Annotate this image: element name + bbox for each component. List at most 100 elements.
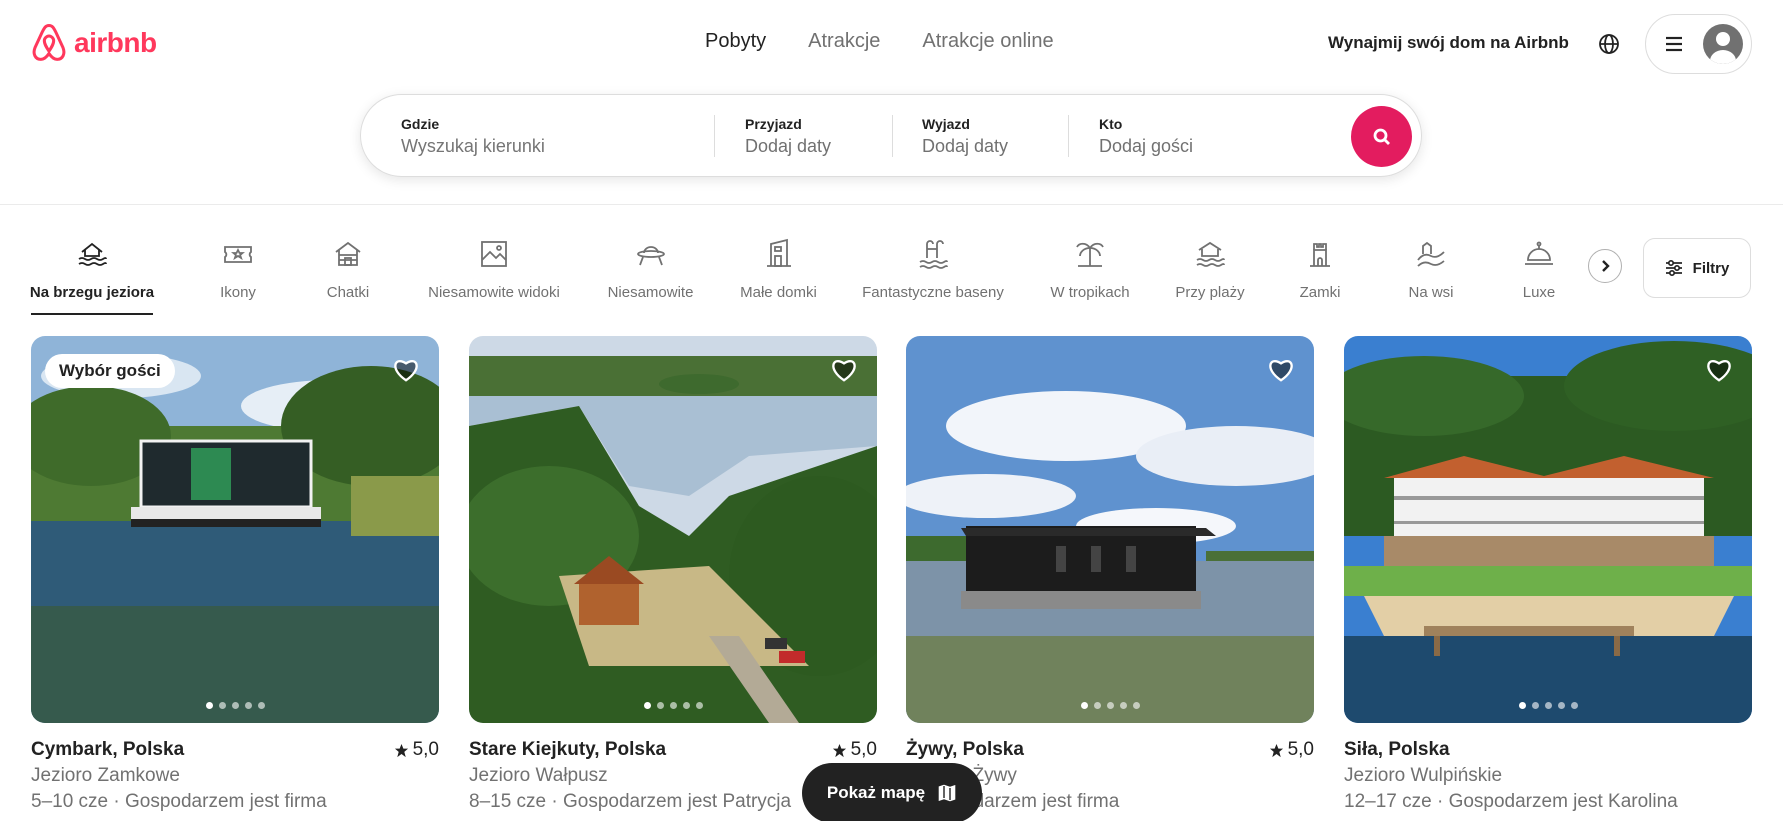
tab-pobyty[interactable]: Pobyty — [705, 30, 766, 53]
listing-photo-houseboat — [31, 336, 439, 723]
countryside-icon — [1417, 241, 1445, 267]
listing-photo-lakeside-villa — [1344, 336, 1752, 723]
listing-photo[interactable]: Wybór gości — [31, 336, 439, 723]
photo-pagination — [469, 702, 877, 709]
who-field[interactable]: Kto Dodaj gości — [1099, 95, 1319, 178]
checkin-field[interactable]: Przyjazd Dodaj daty — [745, 95, 895, 178]
category-pools[interactable]: Fantastyczne baseny — [858, 238, 1008, 301]
listing-card[interactable]: Stare Kiejkuty, Polska 5,0 Jezioro Wałpu… — [469, 336, 877, 813]
heart-icon[interactable] — [391, 354, 421, 384]
listing-subtitle: Jezioro Wulpińskie — [1344, 765, 1503, 786]
globe-icon[interactable] — [1597, 32, 1621, 56]
view-icon — [481, 241, 507, 267]
heart-icon[interactable] — [829, 354, 859, 384]
listing-rating: 5,0 — [832, 739, 877, 761]
photo-pagination — [1344, 702, 1752, 709]
listing-card[interactable]: Żywy, Polska 5,0 Jezioro Żywy · Gospodar… — [906, 336, 1314, 813]
search-button[interactable] — [1351, 106, 1412, 167]
listing-photo[interactable] — [469, 336, 877, 723]
heart-icon[interactable] — [1266, 354, 1296, 384]
category-countryside[interactable]: Na wsi — [1404, 238, 1458, 301]
category-label: Fantastyczne baseny — [862, 284, 1004, 301]
show-map-button[interactable]: Pokaż mapę — [802, 763, 982, 821]
category-icons[interactable]: Ikony — [198, 238, 278, 301]
category-beach[interactable]: Przy plaży — [1172, 238, 1248, 301]
listing-rating: 5,0 — [394, 739, 439, 761]
photo-pagination — [31, 702, 439, 709]
cabin-icon — [335, 241, 361, 266]
checkin-value: Dodaj daty — [745, 136, 832, 156]
category-label: Małe domki — [740, 284, 817, 301]
user-avatar-icon — [1703, 24, 1743, 64]
category-label: Na wsi — [1408, 284, 1454, 301]
ticket-icon — [224, 246, 252, 263]
filters-icon — [1665, 259, 1682, 277]
category-label: Niesamowite widoki — [428, 284, 560, 301]
tab-atrakcje[interactable]: Atrakcje — [808, 30, 880, 53]
listing-photo[interactable] — [906, 336, 1314, 723]
ufo-icon — [636, 246, 665, 266]
category-label: Na brzegu jeziora — [29, 284, 155, 301]
categories-next-button[interactable] — [1588, 249, 1622, 283]
checkout-field[interactable]: Wyjazd Dodaj daty — [922, 95, 1072, 178]
category-amazing-views[interactable]: Niesamowite widoki — [420, 238, 568, 301]
category-omg[interactable]: Niesamowite — [603, 238, 698, 301]
category-bar: Na brzegu jeziora Ikony Chatki Niesamowi… — [0, 230, 1783, 320]
checkout-value: Dodaj daty — [922, 136, 1009, 156]
photo-pagination — [906, 702, 1314, 709]
who-label: Kto — [1099, 116, 1123, 132]
listing-card[interactable]: Siła, Polska Jezioro Wulpińskie 12–17 cz… — [1344, 336, 1752, 813]
listing-rating: 5,0 — [1269, 739, 1314, 761]
active-category-underline — [31, 313, 153, 315]
listing-photo-lake-house — [469, 336, 877, 723]
rating-value: 5,0 — [412, 739, 439, 760]
category-label: Ikony — [220, 284, 256, 301]
user-menu-button[interactable] — [1645, 14, 1752, 74]
search-divider — [1068, 115, 1069, 157]
listing-photo-floating-house — [906, 336, 1314, 723]
header: airbnb Pobyty Atrakcje Atrakcje online W… — [0, 0, 1783, 205]
show-map-label: Pokaż mapę — [826, 783, 926, 802]
star-icon — [1269, 743, 1283, 757]
rating-value: 5,0 — [850, 739, 877, 760]
rating-value: 5,0 — [1287, 739, 1314, 760]
listing-subtitle: Jezioro Zamkowe — [31, 765, 180, 786]
star-icon — [394, 743, 408, 757]
listing-photo[interactable] — [1344, 336, 1752, 723]
airbnb-logo[interactable]: airbnb — [30, 22, 157, 64]
tropical-icon — [1076, 242, 1104, 267]
search-bar: Gdzie Przyjazd Dodaj daty Wyjazd Dodaj d… — [360, 94, 1422, 177]
category-castles[interactable]: Zamki — [1296, 238, 1344, 301]
checkin-label: Przyjazd — [745, 116, 802, 132]
guest-favorite-badge: Wybór gości — [45, 354, 175, 388]
category-label: Chatki — [326, 284, 370, 301]
category-label: Luxe — [1522, 284, 1556, 301]
where-label: Gdzie — [401, 116, 440, 132]
category-label: Niesamowite — [607, 284, 694, 301]
hamburger-icon — [1666, 36, 1682, 52]
category-luxe[interactable]: Luxe — [1522, 238, 1556, 301]
category-tropical[interactable]: W tropikach — [1046, 238, 1134, 301]
host-link[interactable]: Wynajmij swój dom na Airbnb — [1328, 33, 1569, 53]
category-label: W tropikach — [1050, 284, 1130, 301]
where-input[interactable] — [401, 136, 661, 157]
category-lakefront[interactable]: Na brzegu jeziora — [29, 238, 155, 301]
listing-location: Siła, Polska — [1344, 739, 1450, 760]
beach-icon — [1196, 241, 1225, 267]
pool-icon — [919, 240, 948, 269]
category-label: Przy plaży — [1175, 284, 1245, 301]
heart-icon[interactable] — [1704, 354, 1734, 384]
listing-location: Stare Kiejkuty, Polska — [469, 739, 667, 760]
tiny-home-icon — [766, 238, 791, 267]
filters-button[interactable]: Filtry — [1643, 238, 1751, 298]
listing-dates-host: 5–10 cze · Gospodarzem jest firma — [31, 791, 327, 812]
search-divider — [714, 115, 715, 157]
category-tiny-homes[interactable]: Małe domki — [735, 238, 822, 301]
where-field[interactable]: Gdzie — [401, 95, 701, 178]
listing-card[interactable]: Wybór gości Cymbark, Polska 5,0 Jezioro … — [31, 336, 439, 813]
tab-atrakcje-online[interactable]: Atrakcje online — [922, 30, 1053, 53]
listing-dates-host: 12–17 cze · Gospodarzem jest Karolina — [1344, 791, 1678, 812]
star-icon — [832, 743, 846, 757]
checkout-label: Wyjazd — [922, 116, 970, 132]
category-cabins[interactable]: Chatki — [308, 238, 388, 301]
